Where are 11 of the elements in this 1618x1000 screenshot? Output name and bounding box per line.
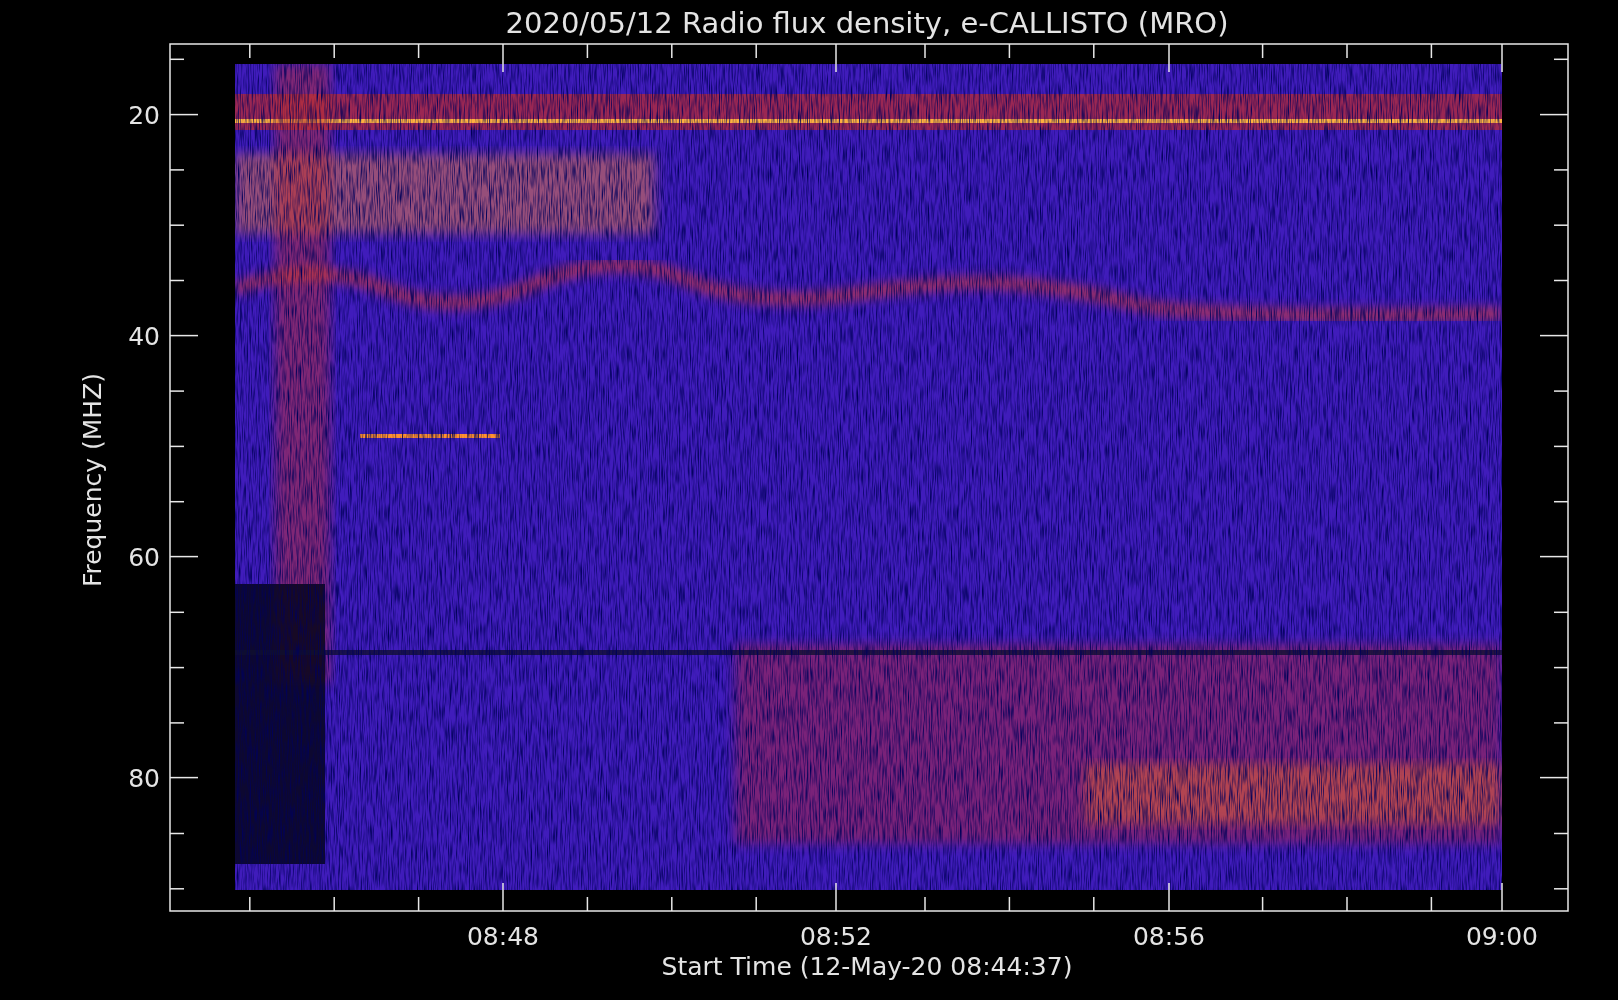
y-axis-label: Frequency (MHZ) (78, 372, 107, 588)
y-tick-label: 60 (128, 542, 160, 572)
y-tick-label: 80 (128, 763, 160, 793)
x-tick-label: 08:56 (1133, 922, 1205, 951)
y-tick-label: 20 (128, 100, 160, 130)
x-tick-label: 08:48 (467, 922, 539, 951)
chart-title: 2020/05/12 Radio flux density, e-CALLISTO (MRO) (505, 6, 1229, 40)
x-tick-label: 08:52 (800, 922, 872, 951)
y-tick-label: 40 (128, 321, 160, 351)
x-tick-label: 09:00 (1466, 922, 1538, 951)
x-axis-label: Start Time (12-May-20 08:44:37) (661, 952, 1073, 981)
